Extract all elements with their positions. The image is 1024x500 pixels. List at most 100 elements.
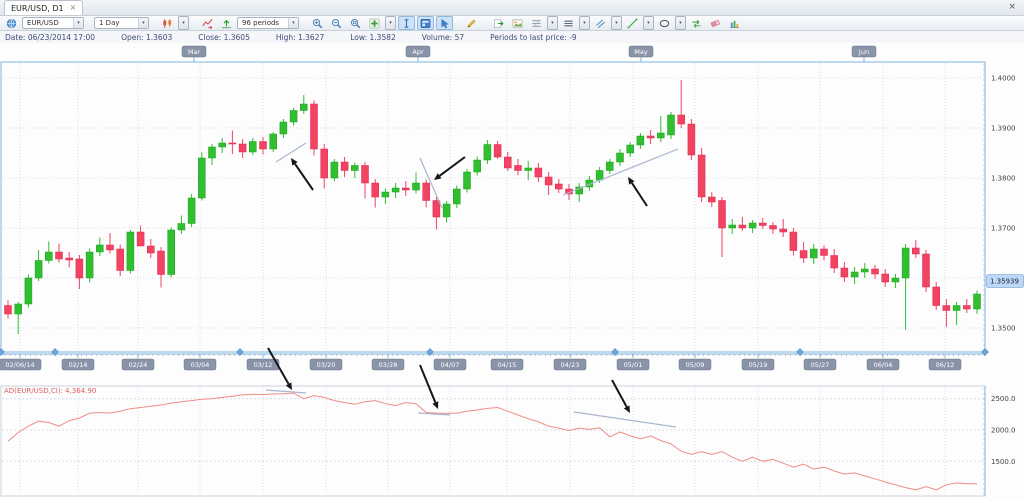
- candle-up: [484, 145, 491, 161]
- eraser-tool[interactable]: [707, 16, 724, 30]
- new-chart-button-dropdown-icon[interactable]: ▾: [385, 16, 396, 30]
- candle-down: [362, 166, 369, 184]
- candle-up: [657, 133, 664, 138]
- candle-down: [56, 252, 63, 259]
- candle-down: [402, 188, 409, 190]
- candle-up: [209, 147, 216, 158]
- candle-up: [749, 223, 756, 228]
- window-close-icon[interactable]: ×: [1008, 3, 1016, 12]
- candle-up: [729, 225, 736, 228]
- candle-up: [198, 158, 205, 198]
- candle-down: [647, 136, 654, 138]
- annotation-trendline[interactable]: [266, 390, 306, 393]
- horizontal-lines-tool[interactable]: [560, 16, 577, 30]
- indicator-panel-icon[interactable]: [726, 16, 743, 30]
- draw-pencil-tool[interactable]: [463, 16, 480, 30]
- zoom-out-icon[interactable]: [328, 16, 345, 30]
- pointer-tool[interactable]: [436, 16, 453, 30]
- tab-close-icon[interactable]: ×: [70, 4, 77, 12]
- date-badge-label: 03/20: [317, 361, 336, 369]
- document-tabbar: EUR/USD, D1 × ×: [0, 0, 1024, 16]
- fibonacci-tool-dropdown-icon[interactable]: ▾: [547, 16, 558, 30]
- candle-down: [5, 306, 12, 315]
- symbol-globe-icon[interactable]: [3, 16, 20, 30]
- date-badge-label: 03/28: [379, 361, 398, 369]
- new-chart-button[interactable]: [366, 16, 383, 30]
- candle-up: [25, 278, 32, 304]
- export-chart-icon[interactable]: [490, 16, 507, 30]
- crosshair-tool[interactable]: [398, 16, 415, 30]
- panels-tool[interactable]: [417, 16, 434, 30]
- channel-tool[interactable]: [592, 16, 609, 30]
- candle-down: [117, 249, 124, 271]
- ellipse-tool[interactable]: [656, 16, 673, 30]
- chart-area[interactable]: MarAprMayJun02/06/1402/1402/2403/0403/12…: [0, 43, 1024, 500]
- candle-down: [943, 306, 950, 311]
- symbol-select[interactable]: EUR/USD▾: [22, 17, 84, 29]
- trendline-tool-dropdown-icon[interactable]: ▾: [643, 16, 654, 30]
- candle-up: [637, 136, 644, 145]
- trendline-tool[interactable]: [624, 16, 641, 30]
- candle-down: [158, 251, 165, 275]
- save-image-icon[interactable]: [509, 16, 526, 30]
- chart-toolbar: EUR/USD▾1 Day▾▾96 periods▾▾▾▾▾▾▾: [0, 16, 1024, 31]
- date-badge-label: 05/19: [749, 361, 768, 369]
- candle-down: [535, 168, 542, 177]
- candle-down: [137, 232, 144, 246]
- candle-down: [260, 142, 267, 150]
- date-badge-label: 04/23: [561, 361, 580, 369]
- annotation-arrow-shaft[interactable]: [420, 365, 435, 403]
- timeframe-select-dropdown-icon[interactable]: ▾: [138, 18, 148, 28]
- candle-down: [239, 144, 246, 152]
- timeframe-select[interactable]: 1 Day▾: [94, 17, 149, 29]
- fibonacci-tool[interactable]: [528, 16, 545, 30]
- zoom-area-icon[interactable]: [347, 16, 364, 30]
- price-axis-label: 1.3500: [991, 325, 1016, 333]
- candle-up: [902, 248, 909, 278]
- chart-type-select[interactable]: [159, 16, 176, 30]
- symbol-select-dropdown-icon[interactable]: ▾: [73, 18, 83, 28]
- candle-up: [188, 198, 195, 224]
- candle-up: [668, 115, 675, 135]
- tab-label: EUR/USD, D1: [11, 4, 64, 13]
- periods-select-dropdown-icon[interactable]: ▾: [288, 18, 298, 28]
- candle-down: [341, 162, 348, 171]
- annotation-arrow-shaft[interactable]: [440, 157, 465, 176]
- chart-canvas[interactable]: MarAprMayJun02/06/1402/1402/2403/0403/12…: [0, 43, 1024, 500]
- candle-up: [606, 162, 613, 171]
- price-axis-label: 1.4000: [991, 75, 1016, 83]
- indicator-axis-label: 1500.0: [991, 458, 1016, 466]
- ad-indicator-label: AD(EUR/USD,CI): 4,364.90: [4, 387, 96, 395]
- candle-up: [443, 204, 450, 217]
- candle-down: [882, 274, 889, 282]
- annotation-arrow-shaft[interactable]: [632, 183, 647, 206]
- annotation-arrow-shaft[interactable]: [612, 380, 627, 407]
- ellipse-tool-dropdown-icon[interactable]: ▾: [675, 16, 686, 30]
- candle-up: [851, 272, 858, 277]
- periods-select[interactable]: 96 periods▾: [237, 17, 299, 29]
- date-badge-label: 05/27: [811, 361, 830, 369]
- channel-tool-dropdown-icon[interactable]: ▾: [611, 16, 622, 30]
- candle-up: [219, 143, 226, 147]
- candle-up: [280, 122, 287, 134]
- candle-up: [270, 134, 277, 149]
- candle-up: [86, 252, 93, 278]
- add-indicator-icon[interactable]: [199, 16, 216, 30]
- candle-up: [627, 145, 634, 153]
- tab-eurusd-d1[interactable]: EUR/USD, D1 ×: [4, 0, 83, 15]
- annotation-arrow-shaft[interactable]: [295, 164, 313, 190]
- candle-up: [453, 189, 460, 204]
- annotation-trendline[interactable]: [276, 143, 306, 162]
- date-badge-label: 06/04: [874, 361, 893, 369]
- zoom-in-icon[interactable]: [309, 16, 326, 30]
- chart-type-select-dropdown-icon[interactable]: ▾: [178, 16, 189, 30]
- overlay-indicator-icon[interactable]: [218, 16, 235, 30]
- trading-platform-window: EUR/USD, D1 × × EUR/USD▾1 Day▾▾96 period…: [0, 0, 1024, 500]
- compare-symbols-icon[interactable]: [688, 16, 705, 30]
- periods-select-value: 96 periods: [238, 19, 288, 27]
- annotation-trendline[interactable]: [574, 412, 676, 427]
- horizontal-lines-tool-dropdown-icon[interactable]: ▾: [579, 16, 590, 30]
- date-badge-label: 06/12: [936, 361, 955, 369]
- candle-down: [372, 183, 379, 197]
- candle-down: [555, 184, 562, 189]
